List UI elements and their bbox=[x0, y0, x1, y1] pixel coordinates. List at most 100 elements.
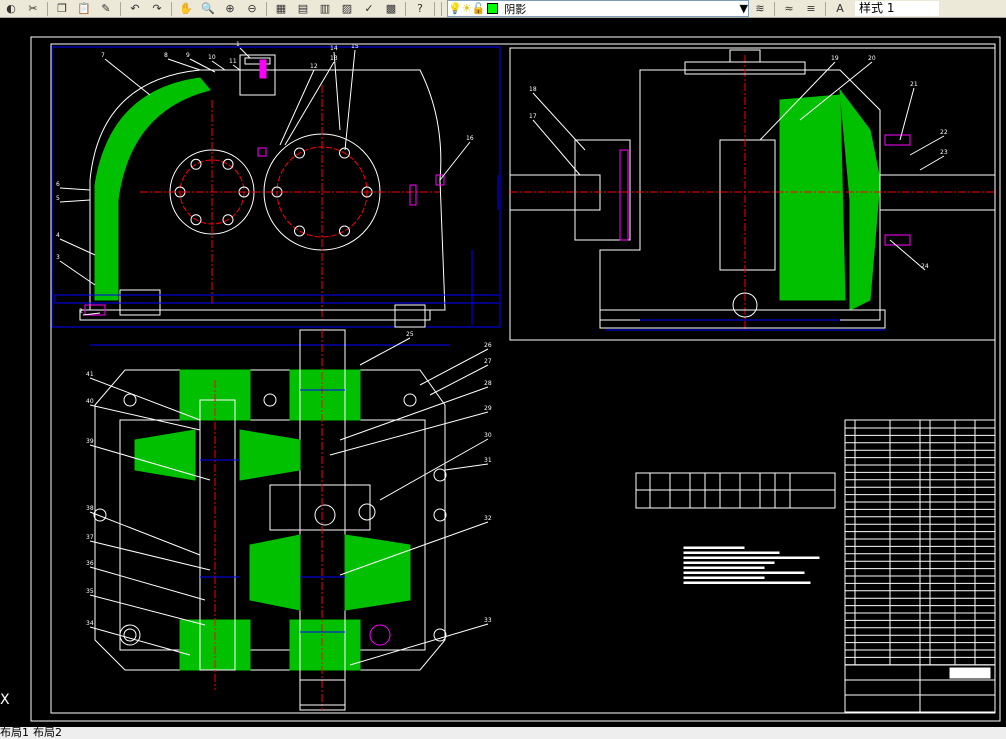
leader-line bbox=[167, 58, 201, 71]
part-number-label: 6 bbox=[56, 181, 60, 188]
leader-line bbox=[232, 64, 241, 71]
toolbar-separator bbox=[434, 1, 435, 16]
part-number-label: 36 bbox=[86, 560, 94, 567]
technical-notes-line bbox=[683, 581, 811, 584]
cut-icon[interactable]: ✂ bbox=[25, 2, 41, 16]
paste-icon[interactable]: 📋 bbox=[76, 2, 92, 16]
leader-line bbox=[239, 47, 251, 59]
part-number-label: 1 bbox=[236, 41, 240, 48]
zoom-previous-icon[interactable]: ⊖ bbox=[244, 2, 260, 16]
part-number-label: 39 bbox=[86, 438, 94, 445]
leader-line bbox=[89, 566, 206, 601]
standard-toolbar: ◐ ✂ ❐ 📋 ✎ ↶ ↷ ✋ 🔍 ⊕ ⊖ ▦ ▤ ▥ ▨ ✓ ▩? 💡 ☀ 🔓 阴影 ▼ ≋ ≈ ≡ A 样式 1 bbox=[0, 0, 1006, 18]
gear-hatch bbox=[249, 534, 301, 611]
pan-icon[interactable]: ✋ bbox=[178, 2, 194, 16]
open-icon[interactable]: ◐ bbox=[3, 2, 19, 16]
part-number-label: 2 bbox=[79, 308, 83, 315]
redo-icon[interactable]: ↷ bbox=[149, 2, 165, 16]
bracket-hole bbox=[314, 504, 336, 526]
toolbar-separator bbox=[120, 1, 121, 16]
lightbulb-icon: 💡 bbox=[448, 2, 462, 15]
part-number-label: 41 bbox=[86, 371, 94, 378]
bolt-hole bbox=[433, 508, 447, 522]
layer-name: 阴影 bbox=[504, 2, 527, 16]
layout-tabs: 布局1 布局2 bbox=[0, 727, 1006, 739]
layer-previous-icon[interactable]: ≈ bbox=[781, 2, 797, 16]
part-number-label: 10 bbox=[208, 54, 216, 61]
leader-line bbox=[89, 540, 211, 571]
part-number-label: 9 bbox=[186, 52, 190, 59]
fastener bbox=[619, 149, 629, 241]
undo-icon[interactable]: ↶ bbox=[127, 2, 143, 16]
part-number-label: 5 bbox=[56, 195, 60, 202]
fastener bbox=[884, 134, 911, 146]
fastener bbox=[409, 184, 417, 206]
front-housing-hatch bbox=[94, 77, 211, 301]
help-icon[interactable]: ? bbox=[412, 2, 428, 16]
part-number-label: 24 bbox=[921, 263, 929, 270]
part-number-label: 34 bbox=[86, 620, 94, 627]
leader-line bbox=[104, 58, 151, 96]
text-style-dropdown[interactable]: 样式 1 bbox=[855, 1, 939, 16]
bolt-hole bbox=[433, 468, 447, 482]
leader-line bbox=[532, 92, 586, 151]
title-block-name bbox=[949, 667, 991, 679]
fastener bbox=[884, 234, 911, 246]
layer-dropdown[interactable]: 💡 ☀ 🔓 阴影 ▼ bbox=[447, 0, 749, 17]
design-center-icon[interactable]: ▤ bbox=[295, 2, 311, 16]
leader-line bbox=[89, 594, 206, 626]
bolt-hole bbox=[403, 393, 417, 407]
gear-hatch bbox=[239, 429, 301, 481]
bolt-hole bbox=[93, 508, 107, 522]
bolt-hole bbox=[339, 225, 350, 237]
part-number-label: 12 bbox=[310, 63, 318, 70]
chevron-down-icon[interactable]: ▼ bbox=[740, 2, 748, 15]
leader-line bbox=[89, 511, 201, 556]
part-number-label: 40 bbox=[86, 398, 94, 405]
leader-line bbox=[284, 61, 335, 146]
text-style-icon[interactable]: A bbox=[832, 2, 848, 16]
part-number-label: 3 bbox=[56, 254, 60, 261]
layer-color-swatch bbox=[487, 3, 499, 14]
bolt-hole bbox=[123, 393, 137, 407]
dimension-line-box bbox=[54, 294, 501, 304]
drawing-canvas[interactable]: 1 2 3 4 5 6 7 8 9 10 11 12 13 14 15 16 17 18 19 20 21 22 23 24 2… bbox=[0, 18, 1006, 727]
layer-states-icon[interactable]: ≡ bbox=[803, 2, 819, 16]
leader-line bbox=[419, 348, 489, 386]
toolbar-separator bbox=[774, 1, 775, 16]
part-number-label: 18 bbox=[529, 86, 537, 93]
part-number-label: 31 bbox=[484, 457, 492, 464]
part-number-label: 8 bbox=[164, 52, 168, 59]
foot bbox=[394, 304, 426, 328]
part-number-label: 23 bbox=[940, 149, 948, 156]
tab-layout1[interactable]: 布局1 bbox=[0, 727, 33, 739]
calculator-icon[interactable]: ▩ bbox=[383, 2, 399, 16]
markup-icon[interactable]: ✓ bbox=[361, 2, 377, 16]
zoom-window-icon[interactable]: ⊕ bbox=[222, 2, 238, 16]
zoom-realtime-icon[interactable]: 🔍 bbox=[200, 2, 216, 16]
fastener bbox=[257, 147, 267, 157]
leader-line bbox=[211, 60, 226, 71]
toolbar-separator bbox=[171, 1, 172, 16]
fastener bbox=[259, 59, 267, 79]
leader-line bbox=[532, 119, 581, 176]
tab-layout2[interactable]: 布局2 bbox=[33, 727, 66, 739]
gearbox-assembly-drawing: 1234567 8 9 1011121314 1516171819 20212223242… bbox=[30, 36, 1001, 722]
sheet-set-icon[interactable]: ▨ bbox=[339, 2, 355, 16]
leader-line bbox=[344, 49, 356, 151]
layer-manager-icon[interactable]: ≋ bbox=[752, 2, 768, 16]
tool-palettes-icon[interactable]: ▥ bbox=[317, 2, 333, 16]
technical-notes-line bbox=[683, 566, 765, 569]
side-housing-hatch bbox=[839, 88, 881, 311]
bolt-boss bbox=[119, 624, 141, 646]
part-number-label: 19 bbox=[831, 55, 839, 62]
copy-icon[interactable]: ❐ bbox=[54, 2, 70, 16]
bracket-hole bbox=[358, 503, 376, 521]
part-number-label: 20 bbox=[868, 55, 876, 62]
leader-line bbox=[89, 626, 191, 656]
match-properties-icon[interactable]: ✎ bbox=[98, 2, 114, 16]
part-number-label: 25 bbox=[406, 331, 414, 338]
gear-hatch bbox=[344, 534, 411, 611]
properties-icon[interactable]: ▦ bbox=[273, 2, 289, 16]
bearing-cover-left bbox=[574, 139, 631, 241]
